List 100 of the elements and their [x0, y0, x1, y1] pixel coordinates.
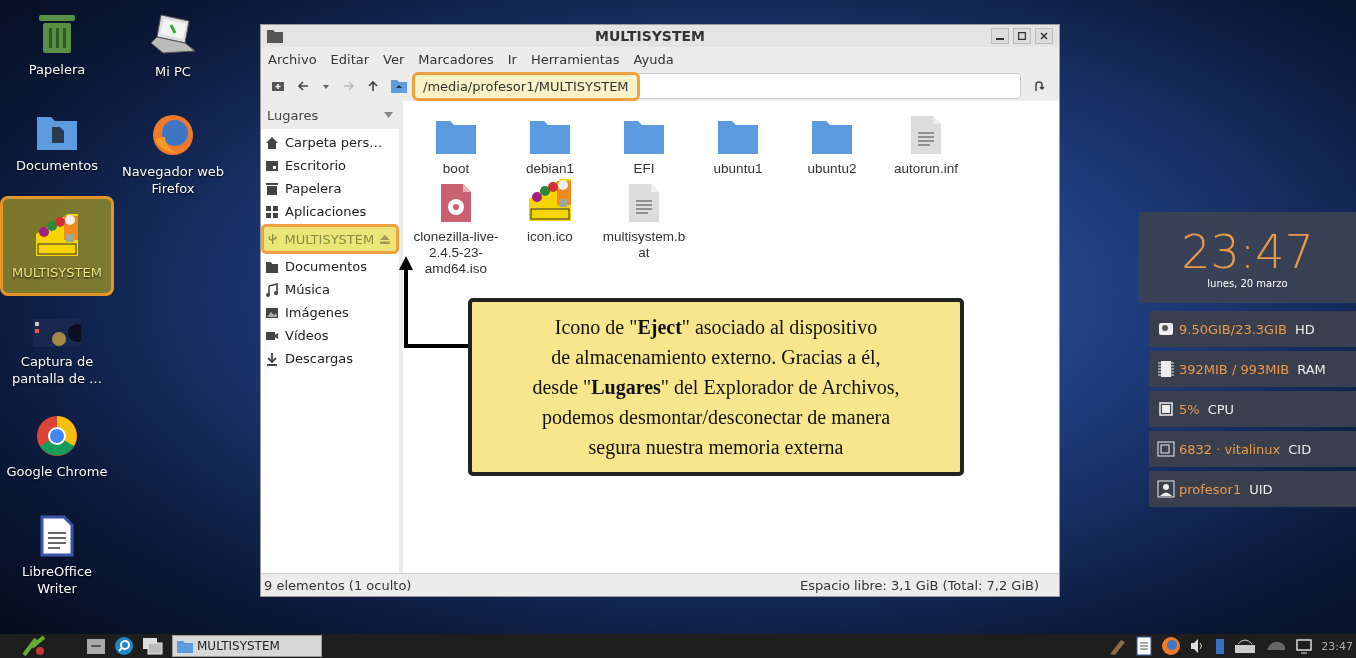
folder-icon	[717, 119, 759, 155]
browser-globe-icon	[151, 113, 195, 157]
home-icon	[265, 135, 279, 150]
taskbar-clock[interactable]: 23:47	[1321, 639, 1353, 653]
desktop-icon[interactable]: Google Chrome	[0, 408, 114, 483]
desktop-icon[interactable]: MULTISYSTEM	[0, 196, 114, 296]
text-file-icon	[628, 183, 660, 223]
home-folder-icon[interactable]	[391, 79, 407, 93]
music-note-icon	[265, 282, 279, 297]
stat-label: RAM	[1297, 361, 1326, 377]
user-icon	[1157, 480, 1175, 498]
sidebar-item[interactable]: Documentos	[261, 255, 399, 278]
file-item[interactable]: ubuntu1	[691, 113, 785, 177]
disc-file-icon	[440, 183, 472, 223]
maximize-icon	[1018, 32, 1026, 40]
status-text: 9 elementos (1 oculto)	[264, 577, 412, 593]
stat-label: CPU	[1207, 401, 1235, 417]
sidebar-item[interactable]: Música	[261, 278, 399, 301]
stat-value: profesor1	[1179, 481, 1242, 497]
leaf-logo-icon[interactable]	[22, 635, 48, 657]
folder-icon	[267, 29, 283, 43]
image-icon	[265, 305, 279, 320]
folder-icon	[623, 119, 665, 155]
desktop-icon[interactable]: Documentos	[0, 106, 114, 177]
multisystem-logo-icon	[527, 177, 573, 223]
file-item[interactable]: clonezilla-live-2.4.5-23-amd64.iso	[409, 181, 503, 277]
file-item[interactable]: debian1	[503, 113, 597, 177]
menu-item[interactable]: Marcadores	[411, 51, 501, 67]
sidebar-item[interactable]: Aplicaciones	[261, 200, 399, 223]
desktop-icon[interactable]: Captura de pantalla de …	[0, 312, 114, 390]
chrome-icon	[36, 415, 78, 457]
clock-time: 23:47	[1181, 226, 1314, 278]
places-dropdown[interactable]: Lugares	[261, 101, 403, 129]
battery-icon[interactable]	[1215, 637, 1226, 655]
up-arrow-icon[interactable]	[367, 80, 379, 92]
sidebar-item[interactable]: Carpeta pers…	[261, 131, 399, 154]
processor-icon	[1157, 400, 1175, 418]
memory-chip-icon	[1157, 360, 1175, 378]
desktop-icon[interactable]: Mi PC	[116, 6, 230, 83]
stat-label: UID	[1249, 481, 1273, 497]
folder-icon	[811, 119, 853, 155]
maximize-button[interactable]	[1013, 28, 1031, 44]
menu-item[interactable]: Editar	[323, 51, 377, 67]
free-space-text: Espacio libre: 3,1 GiB (Total: 7,2 GiB)	[799, 577, 1039, 593]
trash-icon	[37, 13, 77, 55]
menu-item[interactable]: Ayuda	[626, 51, 681, 67]
menu-item[interactable]: Herramientas	[523, 51, 627, 67]
sidebar-item[interactable]: Escritorio	[261, 154, 399, 177]
file-item[interactable]: multisystem.bat	[597, 181, 691, 277]
taskbar-window-button[interactable]: MULTISYSTEM	[172, 635, 322, 657]
location-field[interactable]: /media/profesor1/MULTISYSTEM	[415, 73, 1021, 99]
window-title: MULTISYSTEM	[594, 28, 706, 44]
file-item[interactable]: autorun.inf	[879, 113, 973, 177]
back-arrow-icon[interactable]	[297, 80, 309, 92]
folder-icon	[529, 119, 571, 155]
screenshot-thumbnail-icon	[33, 319, 81, 347]
reload-icon[interactable]	[1033, 80, 1045, 92]
sidebar-item[interactable]: Imágenes	[261, 301, 399, 324]
stat-label: CID	[1288, 441, 1312, 457]
file-manager-icon[interactable]	[86, 637, 106, 655]
file-item[interactable]: ubuntu2	[785, 113, 879, 177]
folder-icon	[177, 639, 193, 653]
windows-icon[interactable]	[142, 637, 164, 655]
browser-globe-icon[interactable]	[1161, 636, 1182, 656]
desktop-icon[interactable]: Papelera	[0, 6, 114, 81]
id-card-icon	[1157, 440, 1175, 458]
multisystem-logo-icon	[34, 211, 80, 258]
sidebar-item[interactable]: Vídeos	[261, 324, 399, 347]
clock-date: lunes, 20 marzo	[1207, 278, 1288, 289]
hard-drive-icon	[1157, 320, 1175, 338]
stat-value: 6832 · vitalinux	[1179, 441, 1281, 457]
folder-icon	[435, 119, 477, 155]
close-button[interactable]	[1035, 28, 1053, 44]
laptop-icon	[149, 13, 197, 57]
minimize-button[interactable]	[991, 28, 1009, 44]
trash-icon	[265, 181, 279, 196]
callout-text: Icono de "Eject" asociado al dispositivo de almacenamiento externo. Gracias a él, desde "Lugares" del Explorador de Archivos, podemos desmontar/desconectar de manera segura nuestra memoria externa	[532, 315, 900, 461]
download-icon	[265, 351, 279, 366]
network-icon[interactable]	[1234, 638, 1257, 654]
desktop-icon	[265, 158, 279, 173]
file-item[interactable]: icon.ico	[503, 181, 597, 277]
sidebar-item[interactable]: Papelera	[261, 177, 399, 200]
stat-label: HD	[1294, 321, 1315, 337]
menu-item[interactable]: Ver	[376, 51, 412, 67]
menu-item[interactable]: Ir	[500, 51, 524, 67]
close-icon	[1040, 32, 1048, 40]
usb-icon	[267, 232, 279, 246]
new-tab-icon[interactable]	[271, 80, 285, 92]
sidebar-item[interactable]: Descargas	[261, 347, 399, 370]
file-item[interactable]: EFI	[597, 113, 691, 177]
caret-icon	[384, 112, 393, 118]
file-item[interactable]: boot	[409, 113, 503, 177]
search-icon[interactable]	[114, 636, 134, 656]
stat-value: 392MIB / 993MIB	[1179, 361, 1290, 377]
folder-icon	[265, 259, 279, 274]
document-icon[interactable]	[1136, 636, 1153, 656]
menu-item[interactable]: Archivo	[261, 51, 324, 67]
apps-grid-icon	[265, 204, 279, 219]
desktop-icon[interactable]: Navegador web Firefox	[116, 106, 230, 200]
desktop-icon[interactable]: LibreOffice Writer	[0, 508, 114, 600]
